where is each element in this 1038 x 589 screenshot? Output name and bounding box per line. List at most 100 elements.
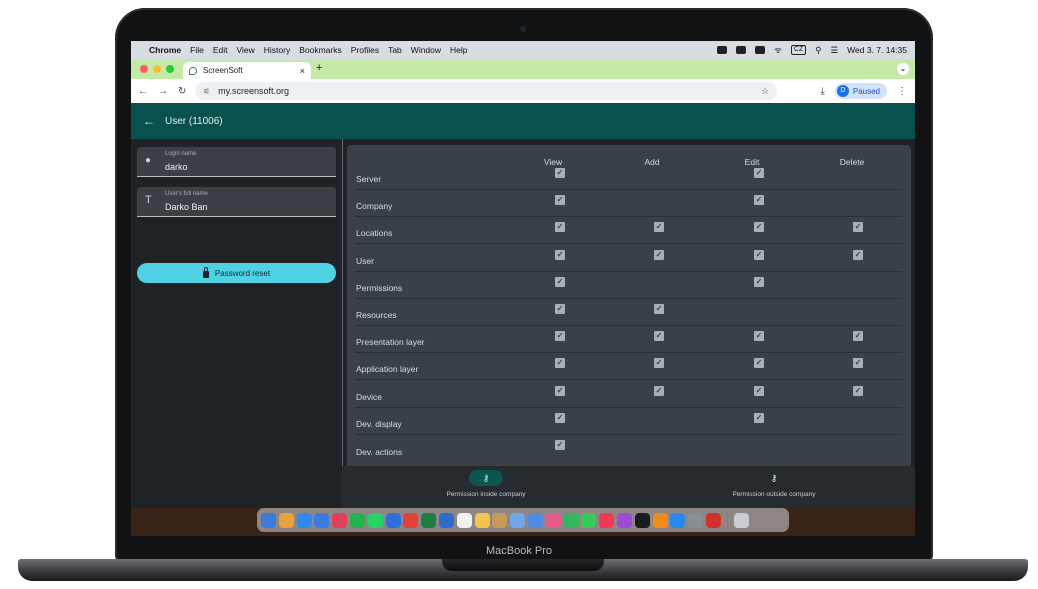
dock-app-icon[interactable]	[314, 512, 330, 528]
control-center-icon[interactable]: ☰	[831, 45, 839, 56]
password-reset-button[interactable]: Password reset	[137, 263, 336, 283]
checkbox-delete[interactable]: ✓	[853, 385, 863, 396]
checkbox-edit[interactable]: ✓	[754, 358, 764, 369]
menu-edit[interactable]: Edit	[213, 45, 228, 55]
chrome-menu-icon[interactable]: ⋮	[897, 86, 907, 97]
dock-app-icon[interactable]	[688, 512, 704, 528]
reload-icon[interactable]: ↻	[178, 86, 186, 97]
checkbox-add[interactable]: ✓	[654, 304, 664, 314]
checkbox-add[interactable]: ✓	[654, 249, 664, 260]
battery-icon[interactable]	[755, 46, 766, 54]
menu-view[interactable]: View	[236, 45, 254, 55]
back-icon[interactable]: ←	[143, 114, 155, 128]
dock-app-icon[interactable]	[599, 512, 615, 528]
dock-app-icon[interactable]	[278, 512, 294, 528]
menu-chrome[interactable]: Chrome	[149, 45, 181, 55]
checkbox-view[interactable]: ✓	[555, 304, 565, 314]
dock-app-icon[interactable]	[332, 512, 348, 528]
checkbox-delete[interactable]: ✓	[853, 331, 863, 342]
dock-app-icon[interactable]	[456, 512, 472, 528]
checkbox-view[interactable]: ✓	[555, 222, 565, 233]
checkbox-add[interactable]: ✓	[654, 385, 664, 396]
login-name-value[interactable]: darko	[165, 162, 188, 172]
zoom-window-button[interactable]	[166, 65, 174, 73]
checkbox-delete[interactable]: ✓	[853, 249, 863, 260]
checkbox-edit[interactable]: ✓	[754, 331, 764, 342]
menu-help[interactable]: Help	[450, 45, 467, 55]
skype-icon[interactable]	[717, 46, 728, 54]
dock-app-icon[interactable]	[438, 512, 454, 528]
checkbox-view[interactable]: ✓	[555, 276, 565, 287]
checkbox-add[interactable]: ✓	[654, 331, 664, 342]
dock-app-icon[interactable]	[545, 512, 561, 528]
menubar-clock[interactable]: Wed 3. 7. 14:35	[847, 45, 907, 55]
checkbox-add[interactable]: ✓	[654, 358, 664, 369]
checkbox-edit[interactable]: ✓	[754, 412, 764, 423]
full-name-value[interactable]: Darko Ban	[165, 202, 208, 212]
browser-tab[interactable]: ScreenSoft ×	[183, 62, 311, 79]
dock-app-icon[interactable]	[563, 512, 579, 528]
tab-permission-inside-company[interactable]: ⚷ Permission inside company	[386, 470, 586, 498]
profile-button[interactable]: D Paused	[834, 83, 887, 99]
tab-close-icon[interactable]: ×	[300, 66, 305, 76]
dock-app-icon[interactable]	[510, 512, 526, 528]
spotlight-icon[interactable]: ⚲	[815, 45, 821, 56]
address-bar[interactable]: ⚟ my.screensoft.org ☆	[195, 82, 777, 100]
dock-app-icon[interactable]	[616, 512, 632, 528]
dock-app-icon[interactable]	[492, 512, 508, 528]
tab-search-chevron-icon[interactable]: ⌄	[897, 63, 909, 75]
checkbox-view[interactable]: ✓	[555, 412, 565, 423]
checkbox-view[interactable]: ✓	[555, 358, 565, 369]
checkbox-edit[interactable]: ✓	[754, 276, 764, 287]
close-window-button[interactable]	[140, 65, 148, 73]
checkbox-delete[interactable]: ✓	[853, 358, 863, 369]
dock-app-icon[interactable]	[349, 512, 365, 528]
login-name-field[interactable]: ● Login name darko	[137, 147, 336, 177]
back-arrow-icon[interactable]: ←	[138, 86, 148, 97]
dock-app-icon[interactable]	[385, 512, 401, 528]
url-text[interactable]: my.screensoft.org	[218, 86, 289, 96]
dock-app-icon[interactable]	[261, 512, 276, 528]
dock-app-icon[interactable]	[367, 512, 383, 528]
checkbox-view[interactable]: ✓	[555, 195, 565, 206]
checkbox-view[interactable]: ✓	[555, 385, 565, 396]
dock-app-icon[interactable]	[403, 512, 419, 528]
checkbox-add[interactable]: ✓	[654, 222, 664, 233]
checkbox-edit[interactable]: ✓	[754, 249, 764, 260]
menu-window[interactable]: Window	[411, 45, 441, 55]
checkbox-view[interactable]: ✓	[555, 331, 565, 342]
forward-arrow-icon[interactable]: →	[158, 86, 168, 97]
tab-permission-outside-company[interactable]: ⚷ Permission outside company	[674, 470, 874, 498]
site-settings-icon[interactable]: ⚟	[203, 87, 210, 96]
dock-app-icon[interactable]	[634, 512, 650, 528]
dock-app-icon[interactable]	[296, 512, 312, 528]
download-icon[interactable]: ⤓	[820, 86, 824, 97]
bookmark-star-icon[interactable]: ☆	[761, 86, 769, 97]
dock-app-icon[interactable]	[421, 512, 437, 528]
dock-app-icon[interactable]	[474, 512, 490, 528]
trash-icon[interactable]	[733, 512, 749, 528]
wifi-icon[interactable]: ᯤ	[774, 45, 782, 56]
checkbox-view[interactable]: ✓	[555, 440, 565, 450]
minimize-window-button[interactable]	[153, 65, 161, 73]
checkbox-delete[interactable]: ✓	[853, 222, 863, 233]
checkbox-edit[interactable]: ✓	[754, 195, 764, 206]
dock-app-icon[interactable]	[670, 512, 686, 528]
checkbox-edit[interactable]: ✓	[754, 222, 764, 233]
wechat-icon[interactable]	[736, 46, 747, 54]
menu-file[interactable]: File	[190, 45, 204, 55]
checkbox-edit[interactable]: ✓	[754, 385, 764, 396]
dock-app-icon[interactable]	[705, 512, 721, 528]
checkbox-edit[interactable]: ✓	[754, 168, 764, 178]
keyboard-layout[interactable]: CZ	[790, 45, 807, 55]
dock-app-icon[interactable]	[581, 512, 597, 528]
full-name-field[interactable]: T User's full name Darko Ban	[137, 187, 336, 217]
new-tab-button[interactable]: +	[316, 62, 322, 74]
dock-app-icon[interactable]	[652, 512, 668, 528]
checkbox-view[interactable]: ✓	[555, 168, 565, 178]
checkbox-view[interactable]: ✓	[555, 249, 565, 260]
dock-app-icon[interactable]	[527, 512, 543, 528]
menu-history[interactable]: History	[264, 45, 290, 55]
menu-tab[interactable]: Tab	[388, 45, 402, 55]
menu-profiles[interactable]: Profiles	[351, 45, 379, 55]
